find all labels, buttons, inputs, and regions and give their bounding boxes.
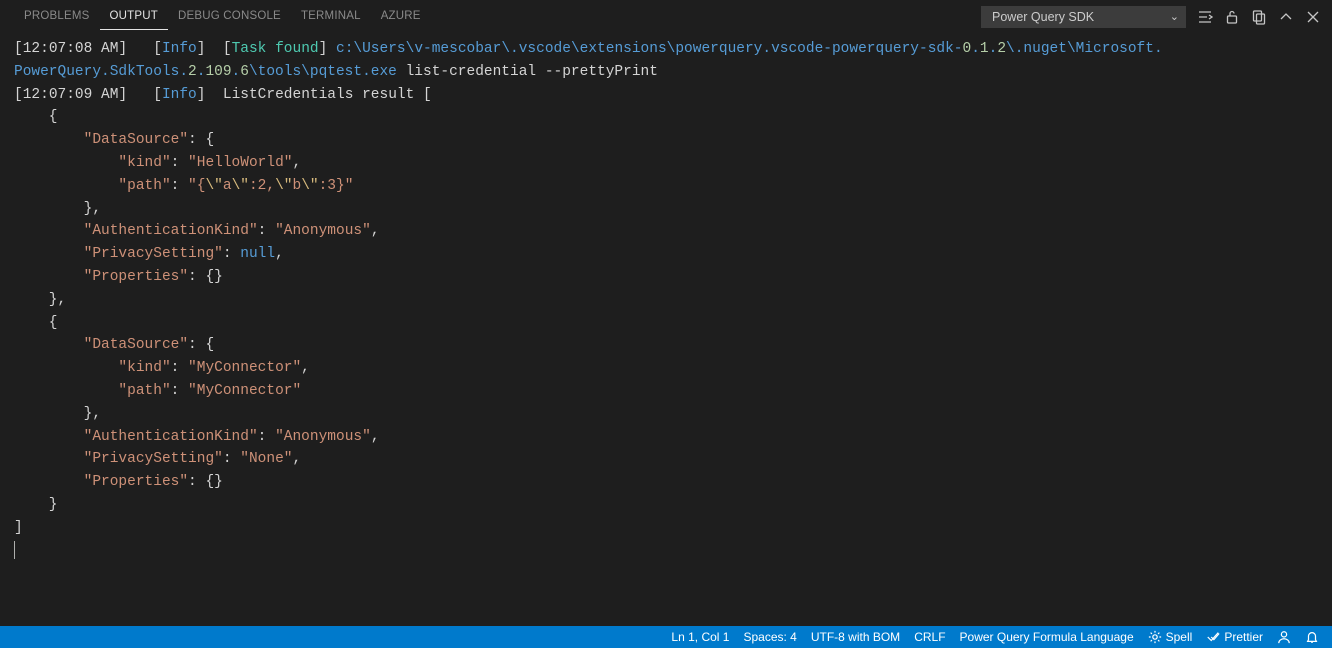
log-level: Info bbox=[162, 87, 197, 103]
log-command: list-credential --prettyPrint bbox=[397, 64, 658, 80]
log-task: Task found bbox=[232, 41, 319, 57]
status-eol[interactable]: CRLF bbox=[907, 630, 952, 644]
status-bell[interactable] bbox=[1298, 630, 1326, 644]
log-path-d: \tools\pqtest.exe bbox=[249, 64, 397, 80]
tab-terminal[interactable]: TERMINAL bbox=[291, 4, 371, 29]
status-encoding[interactable]: UTF-8 with BOM bbox=[804, 630, 907, 644]
close-icon[interactable] bbox=[1304, 8, 1322, 26]
chevron-down-icon: ⌄ bbox=[1170, 10, 1179, 23]
output-panel-content[interactable]: [12:07:08 AM] [Info] [Task found] c:\Use… bbox=[0, 34, 1332, 626]
lock-open-icon[interactable] bbox=[1223, 8, 1241, 26]
status-indent[interactable]: Spaces: 4 bbox=[736, 630, 803, 644]
ts-hour: 12 bbox=[23, 41, 40, 57]
list-icon[interactable] bbox=[1196, 8, 1214, 26]
person-icon bbox=[1277, 630, 1291, 644]
status-ln-col[interactable]: Ln 1, Col 1 bbox=[664, 630, 736, 644]
status-prettier[interactable]: Prettier bbox=[1199, 630, 1270, 644]
status-feedback[interactable] bbox=[1270, 630, 1298, 644]
log-level: Info bbox=[162, 41, 197, 57]
ts-sec: 08 bbox=[75, 41, 92, 57]
tab-problems[interactable]: PROBLEMS bbox=[14, 4, 100, 29]
ts-ampm: AM bbox=[101, 41, 118, 57]
status-spell[interactable]: Spell bbox=[1141, 630, 1200, 644]
tab-output[interactable]: OUTPUT bbox=[100, 4, 168, 30]
log-path-a: c:\Users\v-mescobar\.vscode\extensions\p… bbox=[336, 41, 963, 57]
status-bar: Ln 1, Col 1 Spaces: 4 UTF-8 with BOM CRL… bbox=[0, 626, 1332, 648]
log-path-b: \.nuget\Microsoft. bbox=[1006, 41, 1163, 57]
clear-icon[interactable] bbox=[1250, 8, 1268, 26]
tab-debug-console[interactable]: DEBUG CONSOLE bbox=[168, 4, 291, 29]
status-language[interactable]: Power Query Formula Language bbox=[953, 630, 1141, 644]
check-icon bbox=[1206, 630, 1220, 644]
null-literal: null bbox=[240, 246, 275, 262]
output-channel-label: Power Query SDK bbox=[992, 10, 1094, 24]
chevron-up-icon[interactable] bbox=[1277, 8, 1295, 26]
text-cursor bbox=[14, 541, 15, 559]
panel-actions bbox=[1196, 8, 1322, 26]
output-channel-select[interactable]: Power Query SDK ⌄ bbox=[981, 6, 1186, 28]
ts-min: 07 bbox=[49, 41, 66, 57]
tab-azure[interactable]: AZURE bbox=[371, 4, 431, 29]
gear-icon bbox=[1148, 630, 1162, 644]
log-task-2: ListCredentials result [ bbox=[223, 87, 432, 103]
bell-icon bbox=[1305, 630, 1319, 644]
log-path-c: PowerQuery.SdkTools. bbox=[14, 64, 188, 80]
panel-tab-bar: PROBLEMS OUTPUT DEBUG CONSOLE TERMINAL A… bbox=[0, 0, 1332, 34]
